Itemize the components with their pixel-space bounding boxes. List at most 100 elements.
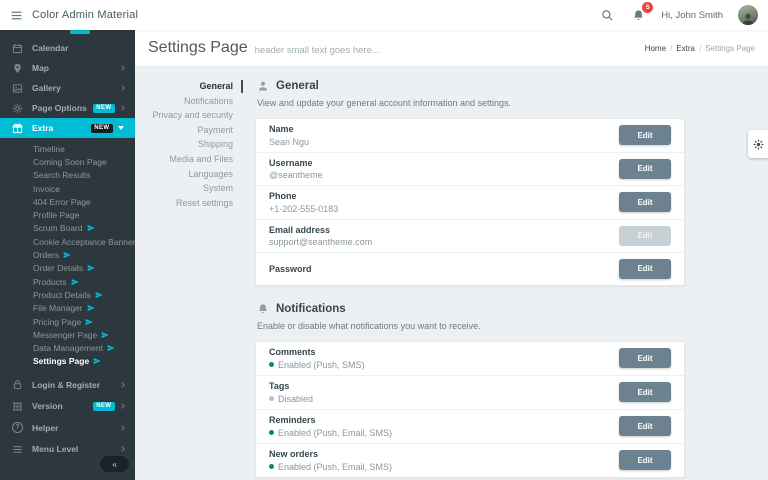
sidebar-item-login-register[interactable]: Login & Register — [0, 374, 135, 396]
theme-panel-toggle[interactable] — [748, 130, 768, 158]
sidebar-subitem-messenger-page[interactable]: Messenger Page — [0, 328, 135, 341]
notifications-section-header: Notifications — [257, 302, 685, 316]
paper-plane-icon — [101, 331, 109, 339]
sidebar-subitem-order-details[interactable]: Order Details — [0, 262, 135, 275]
grid-icon — [12, 401, 23, 412]
settings-nav-general[interactable]: General — [145, 79, 233, 94]
row-label: Phone — [269, 191, 619, 201]
active-nav-indicator — [241, 80, 243, 93]
paper-plane-icon — [87, 264, 95, 272]
subitem-label: Order Details — [33, 263, 83, 273]
breadcrumb-separator: / — [670, 44, 672, 53]
sidebar-subitem-invoice[interactable]: Invoice — [0, 182, 135, 195]
settings-nav-languages[interactable]: Languages — [145, 167, 233, 182]
row-text: Name Sean Ngu — [269, 119, 619, 152]
sidebar-subitem-pricing-page[interactable]: Pricing Page — [0, 315, 135, 328]
sidebar-item-label: Map — [32, 63, 120, 73]
sidebar-item-label: Gallery — [32, 83, 120, 93]
search-icon[interactable] — [599, 7, 615, 23]
sidebar-subitem-404-error-page[interactable]: 404 Error Page — [0, 195, 135, 208]
edit-password-button[interactable]: Edit — [619, 259, 671, 279]
row-value: @seantheme — [269, 170, 619, 180]
sidebar-item-calendar[interactable]: Calendar — [0, 38, 135, 58]
sidebar-subitem-search-results[interactable]: Search Results — [0, 169, 135, 182]
subitem-label: 404 Error Page — [33, 197, 91, 207]
edit-username-button[interactable]: Edit — [619, 159, 671, 179]
row-text: Reminders Enabled (Push, Email, SMS) — [269, 410, 619, 443]
section-title: General — [276, 80, 319, 92]
new-badge: NEW — [91, 124, 113, 133]
gift-icon — [12, 123, 23, 134]
app-window: Color Admin Material 5 Hi, John Smith Ca… — [0, 0, 768, 480]
user-avatar[interactable] — [738, 5, 758, 25]
sidebar-item-page-options[interactable]: Page Options NEW — [0, 98, 135, 118]
sidebar-subitem-scrum-board[interactable]: Scrum Board — [0, 222, 135, 235]
sidebar-subitem-orders[interactable]: Orders — [0, 248, 135, 261]
notifications-bell-icon[interactable]: 5 — [630, 7, 646, 23]
sidebar-subitem-products[interactable]: Products — [0, 275, 135, 288]
sidebar-item-label: Login & Register — [32, 380, 120, 390]
sidebar-item-map[interactable]: Map — [0, 58, 135, 78]
status-text: Enabled (Push, Email, SMS) — [278, 428, 392, 438]
settings-row-username: Username @seantheme Edit — [256, 153, 684, 187]
lock-icon — [12, 379, 23, 390]
settings-nav-notifications[interactable]: Notifications — [145, 94, 233, 109]
row-label: Comments — [269, 347, 619, 357]
settings-nav-system[interactable]: System — [145, 181, 233, 196]
edit-email-button-disabled: Edit — [619, 226, 671, 246]
edit-comments-button[interactable]: Edit — [619, 348, 671, 368]
sidebar-item-extra[interactable]: Extra NEW — [0, 118, 135, 138]
sidebar-scroll-indicator — [70, 30, 90, 34]
subitem-label: Cookie Acceptance Banner — [33, 237, 135, 247]
settings-nav-media-and-files[interactable]: Media and Files — [145, 152, 233, 167]
page-title: Settings Page — [148, 39, 248, 57]
section-description: View and update your general account inf… — [257, 98, 685, 108]
menu-lines-icon — [12, 444, 23, 455]
sidebar-subitem-profile-page[interactable]: Profile Page — [0, 208, 135, 221]
subitem-label: Scrum Board — [33, 223, 83, 233]
sidebar-subitem-data-management[interactable]: Data Management — [0, 341, 135, 354]
edit-new-orders-button[interactable]: Edit — [619, 450, 671, 470]
edit-phone-button[interactable]: Edit — [619, 192, 671, 212]
sidebar-subitem-coming-soon-page[interactable]: Coming Soon Page — [0, 155, 135, 168]
chevron-right-icon — [119, 446, 125, 452]
settings-nav-privacy-and-security[interactable]: Privacy and security — [145, 108, 233, 123]
breadcrumb-home[interactable]: Home — [645, 44, 666, 53]
gear-icon — [753, 139, 764, 150]
section-title: Notifications — [276, 303, 346, 315]
settings-nav-payment[interactable]: Payment — [145, 123, 233, 138]
subitem-label: Profile Page — [33, 210, 79, 220]
sidebar-subitem-file-manager[interactable]: File Manager — [0, 302, 135, 315]
edit-tags-button[interactable]: Edit — [619, 382, 671, 402]
row-text: Comments Enabled (Push, SMS) — [269, 342, 619, 375]
edit-reminders-button[interactable]: Edit — [619, 416, 671, 436]
sidebar-item-version[interactable]: Version NEW — [0, 396, 135, 418]
gear-icon — [12, 103, 23, 114]
breadcrumb-extra[interactable]: Extra — [676, 44, 695, 53]
sidebar-subitem-product-details[interactable]: Product Details — [0, 288, 135, 301]
chevron-right-icon — [119, 382, 125, 388]
paper-plane-icon — [107, 344, 115, 352]
sidebar-subitem-timeline[interactable]: Timeline — [0, 142, 135, 155]
subitem-label: Timeline — [33, 144, 65, 154]
user-greeting[interactable]: Hi, John Smith — [661, 10, 723, 21]
sidebar-item-gallery[interactable]: Gallery — [0, 78, 135, 98]
row-text: Password — [269, 259, 619, 279]
settings-row-password: Password Edit — [256, 253, 684, 285]
settings-nav-reset-settings[interactable]: Reset settings — [145, 196, 233, 211]
row-text: Email address support@seantheme.com — [269, 220, 619, 253]
brand-title: Color Admin Material — [32, 9, 138, 21]
status-text: Enabled (Push, SMS) — [278, 360, 365, 370]
sidebar-collapse-button[interactable]: « — [100, 456, 129, 473]
sidebar-item-helper[interactable]: ? Helper — [0, 417, 135, 439]
settings-row-comments: Comments Enabled (Push, SMS) Edit — [256, 342, 684, 376]
notification-count-badge: 5 — [642, 2, 653, 13]
sidebar-subitem-cookie-acceptance-banner[interactable]: Cookie Acceptance Banner — [0, 235, 135, 248]
sidebar-subitem-settings-page[interactable]: Settings Page — [0, 355, 135, 368]
paper-plane-icon — [85, 318, 93, 326]
row-text: Tags Disabled — [269, 376, 619, 409]
menu-toggle-icon[interactable] — [0, 0, 32, 30]
settings-nav-shipping[interactable]: Shipping — [145, 137, 233, 152]
edit-name-button[interactable]: Edit — [619, 125, 671, 145]
paper-plane-icon — [71, 278, 79, 286]
